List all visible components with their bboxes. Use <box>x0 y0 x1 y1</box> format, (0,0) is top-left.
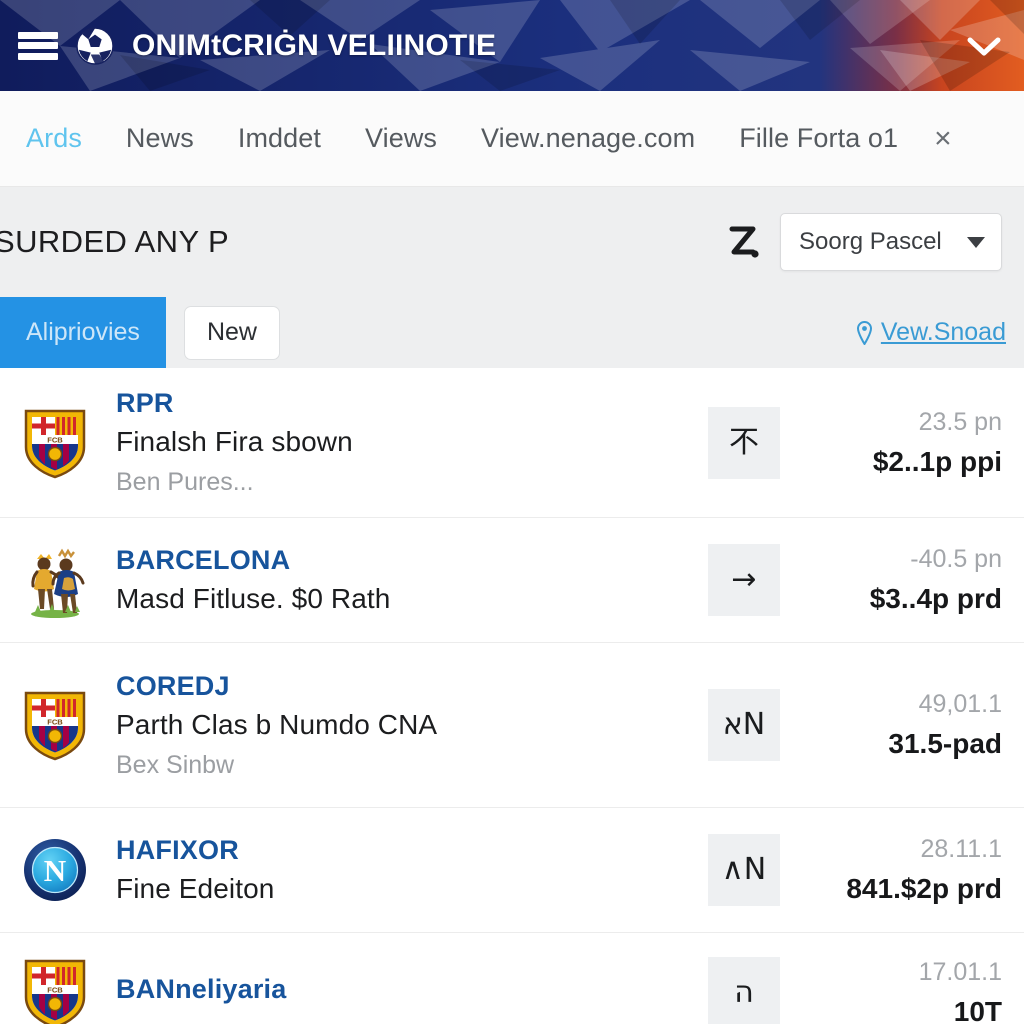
location-pin-icon <box>856 320 872 345</box>
row-value-primary: $2..1p ppi <box>872 445 1002 477</box>
row-title[interactable]: COREDJ <box>116 671 692 702</box>
row-meta: Bex Sinbw <box>116 750 235 779</box>
fcb-crest-glyph: FCB <box>24 691 86 761</box>
chevron-down-glyph <box>967 37 1001 55</box>
row-subtitle: Masd Fitluse. $0 Rath <box>116 583 391 614</box>
action-glyph-icon: ∧N <box>721 852 767 887</box>
action-glyph-icon: ה <box>734 974 754 1010</box>
row-value-primary: $3..4p prd <box>869 583 1002 614</box>
close-icon[interactable]: × <box>920 123 970 154</box>
row-values: 17.01.1 10T <box>806 958 1002 1024</box>
row-subtitle: Fine Edeiton <box>116 873 275 904</box>
row-value-secondary: 28.11.1 <box>920 835 1002 863</box>
fcb-crest-glyph: FCB <box>24 409 86 478</box>
nav-tab-news[interactable]: News <box>104 123 216 154</box>
table-row[interactable]: FCB RPR Finalsh Fira sbown Ben Pures... … <box>0 368 1024 518</box>
row-subtitle: Finalsh Fira sbown <box>116 426 353 457</box>
row-meta: Ben Pures... <box>116 468 254 496</box>
row-title[interactable]: RPR <box>116 388 692 419</box>
svg-text:FCB: FCB <box>47 435 63 444</box>
row-title[interactable]: BANneliyaria <box>116 974 692 1005</box>
row-value-primary: 31.5-pad <box>888 728 1002 759</box>
nav-tab-views[interactable]: Views <box>343 123 459 154</box>
soccer-ball-icon[interactable] <box>76 26 114 65</box>
row-content: COREDJ Parth Clas b Numdo CNA Bex Sinbw <box>116 671 692 780</box>
fc-barcelona-crest-icon: FCB <box>22 957 88 1024</box>
fc-barcelona-crest-icon: FCB <box>22 689 88 761</box>
table-row[interactable]: BARCELONA Masd Fitluse. $0 Rath → -40.5 … <box>0 518 1024 643</box>
row-value-secondary: 49,01.1 <box>918 690 1002 718</box>
table-row[interactable]: FCB COREDJ Parth Clas b Numdo CNA Bex Si… <box>0 643 1024 808</box>
nav-tab-ards[interactable]: Ards <box>4 123 104 154</box>
svg-text:N: N <box>44 853 66 888</box>
fc-barcelona-crest-icon: FCB <box>22 407 88 479</box>
sort-icon[interactable] <box>726 222 760 262</box>
dancers-illustration-icon <box>22 542 88 618</box>
row-title[interactable]: HAFIXOR <box>116 835 692 866</box>
fcb-crest-glyph: FCB <box>24 959 86 1024</box>
filter-chip-alipriovies[interactable]: Alipriovies <box>0 297 166 368</box>
row-content: BANneliyaria <box>116 974 692 1012</box>
toolbar: SURDED ANY P Soorg Pascel <box>0 187 1024 297</box>
arrow-right-icon: → <box>731 562 757 597</box>
action-glyph-icon: 不 <box>729 424 759 460</box>
sort-select-value: Soorg Pascel <box>799 228 942 255</box>
napoli-glyph: N <box>24 839 86 901</box>
row-action-button[interactable]: ∧N <box>708 834 780 906</box>
app-header: ONIMtCRIĠN VELIINOTIE <box>0 0 1024 91</box>
filter-chip-new[interactable]: New <box>183 305 280 360</box>
row-action-button[interactable]: 不 <box>708 406 780 479</box>
table-row[interactable]: N HAFIXOR Fine Edeiton ∧N 28.11.1 841.$2… <box>0 808 1024 933</box>
hamburger-bar <box>18 52 58 60</box>
hamburger-bar <box>18 42 58 49</box>
row-values: 23.5 pn $2..1p ppi <box>806 408 1002 478</box>
row-action-button[interactable]: ה <box>708 956 780 1024</box>
results-list: FCB RPR Finalsh Fira sbown Ben Pures... … <box>0 368 1024 1024</box>
page-title: SURDED ANY P <box>0 224 230 259</box>
table-row[interactable]: FCB BANneliyaria ה 17.01.1 10T <box>0 933 1024 1024</box>
row-values: -40.5 pn $3..4p prd <box>806 545 1002 615</box>
row-values: 49,01.1 31.5-pad <box>806 690 1002 760</box>
row-content: HAFIXOR Fine Edeiton <box>116 835 692 905</box>
navigation-tabs: Ards News Imddet Views View.nenage.com F… <box>0 91 1024 187</box>
row-title[interactable]: BARCELONA <box>116 545 692 576</box>
nav-tab-imddet[interactable]: Imddet <box>216 123 343 154</box>
nav-tab-fille-forta[interactable]: Fille Forta o1 <box>717 123 920 154</box>
row-action-button[interactable]: → <box>708 544 780 616</box>
svg-text:FCB: FCB <box>47 717 63 726</box>
app-title: ONIMtCRIĠN VELIINOTIE <box>132 28 497 62</box>
row-value-primary: 10T <box>953 995 1002 1024</box>
view-snoad-label: Vew.Snoad <box>880 318 1006 346</box>
svg-text:FCB: FCB <box>47 985 63 994</box>
row-value-secondary: 17.01.1 <box>918 957 1002 986</box>
nav-tab-view-nenage-com[interactable]: View.nenage.com <box>459 123 717 154</box>
chevron-down-icon <box>967 236 985 248</box>
action-glyph-icon: אN <box>722 707 766 742</box>
view-snoad-link[interactable]: Vew.Snoad <box>856 318 1006 347</box>
row-values: 28.11.1 841.$2p prd <box>806 835 1002 905</box>
app-screen: ONIMtCRIĠN VELIINOTIE Ards News Imddet V… <box>0 0 1024 1024</box>
row-subtitle: Parth Clas b Numdo CNA <box>116 708 438 740</box>
sort-select[interactable]: Soorg Pascel <box>780 213 1002 271</box>
hamburger-menu-icon[interactable] <box>16 29 60 63</box>
row-content: BARCELONA Masd Fitluse. $0 Rath <box>116 545 692 615</box>
dancers-glyph <box>31 548 85 618</box>
row-value-secondary: 23.5 pn <box>918 407 1002 436</box>
row-value-secondary: -40.5 pn <box>910 545 1002 573</box>
row-content: RPR Finalsh Fira sbown Ben Pures... <box>116 388 692 497</box>
filter-bar: Alipriovies New Vew.Snoad <box>0 297 1024 368</box>
chevron-down-icon[interactable] <box>962 24 1006 68</box>
napoli-badge-icon: N <box>22 837 88 903</box>
row-value-primary: 841.$2p prd <box>846 873 1002 904</box>
row-action-button[interactable]: אN <box>708 689 780 761</box>
hamburger-bar <box>18 31 58 39</box>
